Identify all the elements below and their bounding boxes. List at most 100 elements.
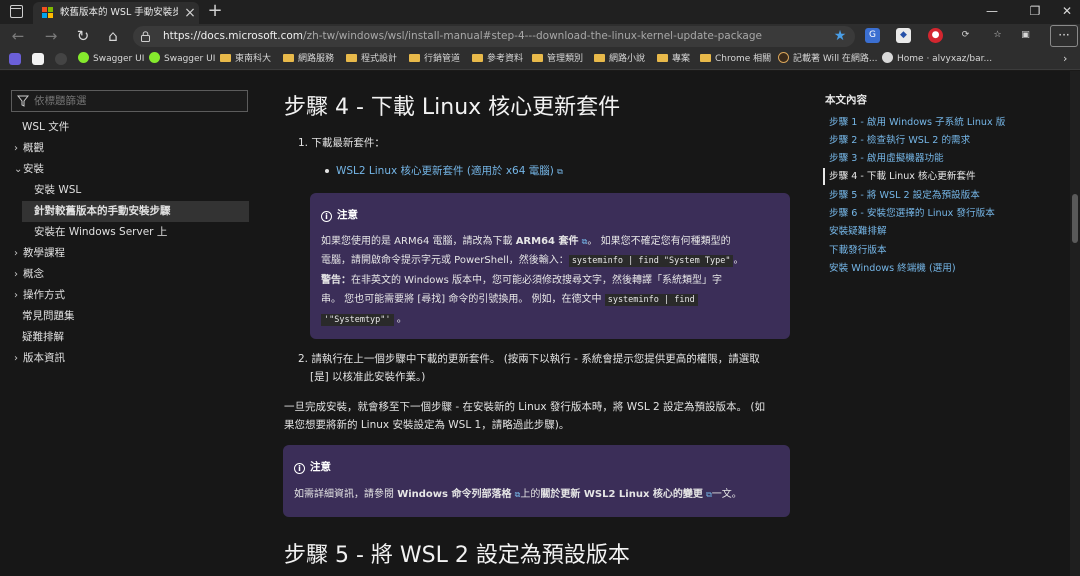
step-1-text: 1. 下載最新套件： [298,137,385,149]
toc-item[interactable]: 安裝疑難排解 [829,223,887,241]
url-text[interactable]: https://docs.microsoft.com/zh-tw/windows… [163,29,823,44]
toc-item[interactable]: 步驟 3 - 啟用虛擬機器功能 [829,150,944,168]
bookmark-folder[interactable]: 行銷管道 [409,51,460,67]
forward-icon[interactable]: → [41,26,61,46]
toc-item[interactable]: 步驟 5 - 將 WSL 2 設定為預設版本 [829,187,980,205]
nav-item-install[interactable]: ⌄安裝 [14,160,44,179]
external-link-icon: ⧉ [557,167,563,176]
bookmark-folder[interactable]: 參考資料 [472,51,523,67]
site-icon [778,52,789,63]
new-tab-button[interactable]: + [206,2,224,20]
folder-icon [700,54,711,62]
bookmark-folder[interactable]: 網路服務 [283,51,334,67]
folder-icon [657,54,668,62]
bookmarks-bar: Swagger UI Swagger UI 東南科大 網路服務 程式設計 行銷管… [0,48,1080,70]
toc-title: 本文內容 [825,94,867,106]
page-content: WSL 文件 ›概觀 ⌄安裝 安裝 WSL 針對較舊版本的手動安裝步驟 安裝在 … [0,71,1080,576]
next-step-paragraph: 一旦完成安裝，就會移至下一個步驟 - 在安裝新的 Linux 發行版本時，將 W… [284,401,765,431]
filter-icon [17,95,29,107]
bookmark-folder[interactable]: 專案 [657,51,690,67]
app-icon[interactable] [9,53,21,65]
bookmark-folder[interactable]: 東南科大 [220,51,271,67]
active-tab[interactable]: 較舊版本的 WSL 手動安裝步驟 | × [33,2,199,24]
bookmark-item[interactable]: Swagger UI [149,51,215,67]
collections-icon[interactable]: ▣ [1018,28,1033,43]
filter-box[interactable] [11,90,248,112]
toc-item[interactable]: 步驟 6 - 安裝您選擇的 Linux 發行版本 [829,205,995,223]
home-icon[interactable]: ⌂ [103,26,123,46]
kernel-package-link[interactable]: WSL2 Linux 核心更新套件 (適用於 x64 電腦) ⧉ [336,162,563,181]
close-window-button[interactable]: ✕ [1058,3,1076,19]
folder-icon [594,54,605,62]
toc-item[interactable]: 步驟 2 - 檢查執行 WSL 2 的需求 [829,132,970,150]
favorites-icon[interactable]: ☆ [990,28,1005,43]
folder-icon [472,54,483,62]
chevron-right-icon: › [14,248,18,259]
nav-item-install-wsl[interactable]: 安裝 WSL [34,181,81,200]
browser-window: 較舊版本的 WSL 手動安裝步驟 | × + — ❐ ✕ ← → ↻ ⌂ htt… [0,0,1080,576]
nav-item-release-notes[interactable]: › 版本資訊 [14,349,65,368]
info-icon: i [321,211,332,222]
address-bar[interactable]: https://docs.microsoft.com/zh-tw/windows… [133,26,855,47]
more-menu-button[interactable]: ··· [1050,25,1078,47]
close-tab-icon[interactable]: × [183,5,197,21]
record-ext-icon[interactable]: ● [928,28,943,43]
bookmark-item[interactable]: 記載著 Will 在網路... [778,51,878,67]
app-icon[interactable] [32,53,44,65]
bookmark-folder[interactable]: 管理類別 [532,51,583,67]
blog-link[interactable]: Windows 命令列部落格 [397,489,511,500]
nav-item-faq[interactable]: 常見問題集 [22,307,75,326]
kernel-changes-link[interactable]: 關於更新 WSL2 Linux 核心的變更 [540,489,703,500]
bookmark-item[interactable]: Swagger UI [78,51,144,67]
refresh-ext-icon[interactable]: ⟳ [958,28,973,43]
search-ext-icon[interactable]: G [865,28,880,43]
chevron-right-icon: › [14,143,18,154]
nav-item-overview[interactable]: › 概觀 [14,139,44,158]
bookmark-folder[interactable]: 網路小說 [594,51,645,67]
folder-icon [532,54,543,62]
chevron-right-icon[interactable]: › [1063,51,1067,67]
nav-item-wsl-docs[interactable]: WSL 文件 [22,118,69,137]
toc-item-active[interactable]: 步驟 4 - 下載 Linux 核心更新套件 [829,168,976,186]
toc-item[interactable]: 安裝 Windows 終端機 (選用) [829,260,956,278]
nav-item-tutorials[interactable]: › 教學課程 [14,244,65,263]
note-title: i 注意 [294,459,331,475]
nav-item-concepts[interactable]: › 概念 [14,265,44,284]
scrollbar[interactable] [1070,71,1080,576]
info-icon: i [294,463,305,474]
app-icon[interactable] [55,53,67,65]
toc-item[interactable]: 下載發行版本 [829,242,887,260]
nav-item-windows-server[interactable]: 安裝在 Windows Server 上 [34,223,167,242]
bookmark-item[interactable]: Home · alvyxaz/bar... [882,51,992,67]
folder-icon [283,54,294,62]
toc-active-indicator [823,168,825,185]
step-2-text: 2. 請執行在上一個步驟中下載的更新套件。 (按兩下以執行 - 系統會提示您提供… [298,353,760,383]
note-box: i 注意 如果您使用的是 ARM64 電腦，請改為下載 ARM64 套件 ⧉。 如… [310,193,790,339]
tab-actions-icon[interactable] [10,5,23,18]
folder-icon [346,54,357,62]
note-text: 如果您使用的是 ARM64 電腦，請改為下載 ARM64 套件 ⧉。 如果您不確… [321,236,744,326]
bookmark-folder[interactable]: 程式設計 [346,51,397,67]
back-icon[interactable]: ← [8,26,28,46]
microsoft-logo-icon [42,7,53,18]
restore-button[interactable]: ❐ [1026,3,1044,19]
favorite-star-icon[interactable]: ★ [831,27,849,45]
arm64-link[interactable]: ARM64 套件 [516,236,579,247]
shield-ext-icon[interactable]: ◆ [896,28,911,43]
nav-item-how-to[interactable]: › 操作方式 [14,286,65,305]
folder-icon [220,54,231,62]
page-title: 步驟 4 - 下載 Linux 核心更新套件 [284,95,621,120]
filter-input[interactable] [34,94,234,108]
toc-item[interactable]: 步驟 1 - 啟用 Windows 子系統 Linux 版 [829,114,1005,132]
minimize-button[interactable]: — [983,3,1001,19]
section-heading: 步驟 5 - 將 WSL 2 設定為預設版本 [284,543,630,568]
bullet [325,169,329,173]
chevron-right-icon: › [14,290,18,301]
nav-item-manual-install[interactable]: 針對較舊版本的手動安裝步驟 [34,202,171,221]
nav-item-troubleshooting[interactable]: 疑難排解 [22,328,64,347]
chevron-down-icon: ⌄ [14,164,23,175]
lock-icon[interactable] [141,31,150,42]
bookmark-folder[interactable]: Chrome 相關 [700,51,771,67]
refresh-icon[interactable]: ↻ [73,26,93,46]
scrollbar-thumb[interactable] [1072,194,1078,243]
